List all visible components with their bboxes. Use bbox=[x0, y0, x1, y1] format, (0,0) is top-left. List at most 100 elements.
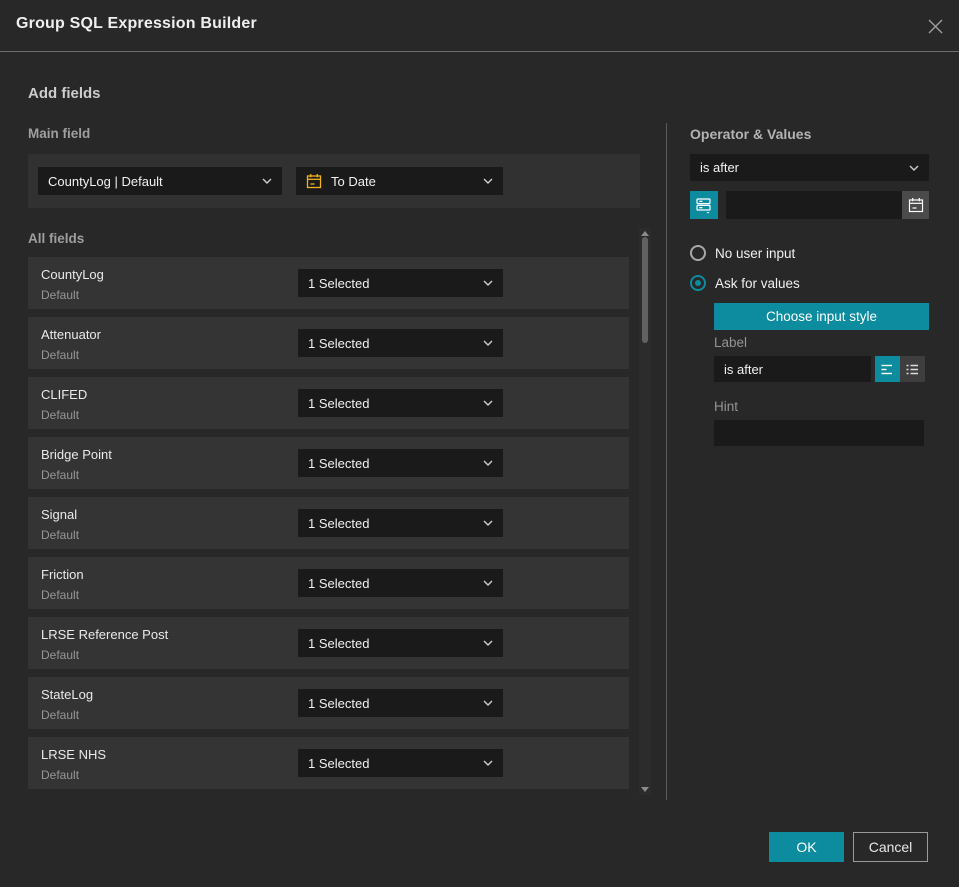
add-fields-heading: Add fields bbox=[28, 85, 101, 102]
chevron-down-icon bbox=[262, 178, 272, 184]
field-subtitle: Default bbox=[41, 408, 80, 422]
field-row: LRSE NHS Default 1 Selected bbox=[28, 737, 629, 789]
ok-button[interactable]: OK bbox=[769, 832, 844, 862]
operator-values-heading: Operator & Values bbox=[690, 126, 812, 142]
field-selection-dropdown[interactable]: 1 Selected bbox=[298, 269, 503, 297]
field-subtitle: Default bbox=[41, 648, 80, 662]
field-row: CLIFED Default 1 Selected bbox=[28, 377, 629, 429]
chevron-down-icon bbox=[483, 700, 493, 706]
field-selection-value: 1 Selected bbox=[308, 275, 370, 291]
radio-on-icon bbox=[690, 275, 706, 291]
label-input[interactable] bbox=[714, 356, 871, 382]
field-name: CountyLog bbox=[41, 267, 104, 282]
radio-ask-for-values-label: Ask for values bbox=[715, 275, 800, 291]
align-left-icon bbox=[880, 363, 895, 376]
field-type-select-value: To Date bbox=[331, 173, 376, 189]
unique-values-button[interactable] bbox=[690, 191, 718, 219]
calendar-icon bbox=[908, 197, 924, 213]
field-name: Signal bbox=[41, 507, 78, 522]
field-row: StateLog Default 1 Selected bbox=[28, 677, 629, 729]
field-type-select[interactable]: To Date bbox=[296, 167, 503, 195]
chevron-down-icon bbox=[483, 178, 493, 184]
field-selection-value: 1 Selected bbox=[308, 635, 370, 651]
field-subtitle: Default bbox=[41, 588, 80, 602]
field-name: Friction bbox=[41, 567, 84, 582]
field-name: CLIFED bbox=[41, 387, 88, 402]
list-scrollbar[interactable] bbox=[639, 228, 651, 795]
field-name: StateLog bbox=[41, 687, 94, 702]
operator-select-value: is after bbox=[700, 160, 740, 175]
all-fields-list: CountyLog Default 1 Selected Attenuator … bbox=[28, 257, 629, 797]
field-row: Friction Default 1 Selected bbox=[28, 557, 629, 609]
field-name: LRSE Reference Post bbox=[41, 627, 169, 642]
chevron-down-icon bbox=[909, 165, 919, 171]
field-name: LRSE NHS bbox=[41, 747, 107, 762]
field-selection-value: 1 Selected bbox=[308, 515, 370, 531]
label-field-label: Label bbox=[714, 335, 748, 350]
chevron-down-icon bbox=[483, 580, 493, 586]
chevron-down-icon bbox=[483, 640, 493, 646]
close-button[interactable] bbox=[925, 16, 945, 36]
field-selection-value: 1 Selected bbox=[308, 695, 370, 711]
chevron-down-icon bbox=[483, 460, 493, 466]
field-subtitle: Default bbox=[41, 288, 80, 302]
field-selection-dropdown[interactable]: 1 Selected bbox=[298, 329, 503, 357]
main-field-select-value: CountyLog | Default bbox=[48, 173, 163, 189]
date-picker-button[interactable] bbox=[902, 191, 929, 219]
calendar-icon bbox=[306, 173, 322, 189]
field-selection-value: 1 Selected bbox=[308, 755, 370, 771]
choose-input-style-button[interactable]: Choose input style bbox=[714, 303, 929, 330]
field-row: LRSE Reference Post Default 1 Selected bbox=[28, 617, 629, 669]
field-name: Attenuator bbox=[41, 327, 101, 342]
chevron-down-icon bbox=[483, 520, 493, 526]
main-field-panel: CountyLog | Default To Date bbox=[28, 154, 640, 208]
field-selection-dropdown[interactable]: 1 Selected bbox=[298, 449, 503, 477]
field-row: Attenuator Default 1 Selected bbox=[28, 317, 629, 369]
field-selection-dropdown[interactable]: 1 Selected bbox=[298, 689, 503, 717]
scroll-up-icon[interactable] bbox=[641, 231, 649, 236]
field-subtitle: Default bbox=[41, 708, 80, 722]
field-row: CountyLog Default 1 Selected bbox=[28, 257, 629, 309]
field-selection-dropdown[interactable]: 1 Selected bbox=[298, 569, 503, 597]
field-selection-value: 1 Selected bbox=[308, 455, 370, 471]
field-selection-dropdown[interactable]: 1 Selected bbox=[298, 509, 503, 537]
chevron-down-icon bbox=[483, 280, 493, 286]
field-selection-dropdown[interactable]: 1 Selected bbox=[298, 389, 503, 417]
field-name: Bridge Point bbox=[41, 447, 112, 462]
main-field-select[interactable]: CountyLog | Default bbox=[38, 167, 282, 195]
scroll-down-icon[interactable] bbox=[641, 787, 649, 792]
field-row: Bridge Point Default 1 Selected bbox=[28, 437, 629, 489]
field-subtitle: Default bbox=[41, 528, 80, 542]
radio-off-icon bbox=[690, 245, 706, 261]
single-line-style-button[interactable] bbox=[875, 356, 900, 382]
chevron-down-icon bbox=[483, 400, 493, 406]
all-fields-label: All fields bbox=[28, 231, 85, 246]
value-input[interactable] bbox=[726, 191, 902, 219]
hint-field-label: Hint bbox=[714, 399, 739, 414]
hint-input[interactable] bbox=[714, 420, 924, 446]
field-selection-value: 1 Selected bbox=[308, 335, 370, 351]
field-selection-dropdown[interactable]: 1 Selected bbox=[298, 629, 503, 657]
chevron-down-icon bbox=[483, 340, 493, 346]
cancel-button[interactable]: Cancel bbox=[853, 832, 928, 862]
operator-select[interactable]: is after bbox=[690, 154, 929, 181]
bulleted-list-icon bbox=[905, 363, 920, 376]
field-subtitle: Default bbox=[41, 768, 80, 782]
dialog-title: Group SQL Expression Builder bbox=[16, 15, 257, 32]
list-style-button[interactable] bbox=[900, 356, 925, 382]
field-selection-value: 1 Selected bbox=[308, 575, 370, 591]
main-field-label: Main field bbox=[28, 126, 91, 141]
field-row: Signal Default 1 Selected bbox=[28, 497, 629, 549]
scrollbar-thumb[interactable] bbox=[642, 237, 648, 343]
field-selection-value: 1 Selected bbox=[308, 395, 370, 411]
field-subtitle: Default bbox=[41, 348, 80, 362]
panel-divider bbox=[666, 123, 667, 800]
field-subtitle: Default bbox=[41, 468, 80, 482]
radio-no-user-input[interactable]: No user input bbox=[690, 245, 795, 261]
close-icon bbox=[927, 18, 944, 35]
radio-ask-for-values[interactable]: Ask for values bbox=[690, 275, 800, 291]
radio-no-user-input-label: No user input bbox=[715, 245, 796, 261]
stacked-values-icon bbox=[695, 196, 713, 214]
field-selection-dropdown[interactable]: 1 Selected bbox=[298, 749, 503, 777]
chevron-down-icon bbox=[483, 760, 493, 766]
